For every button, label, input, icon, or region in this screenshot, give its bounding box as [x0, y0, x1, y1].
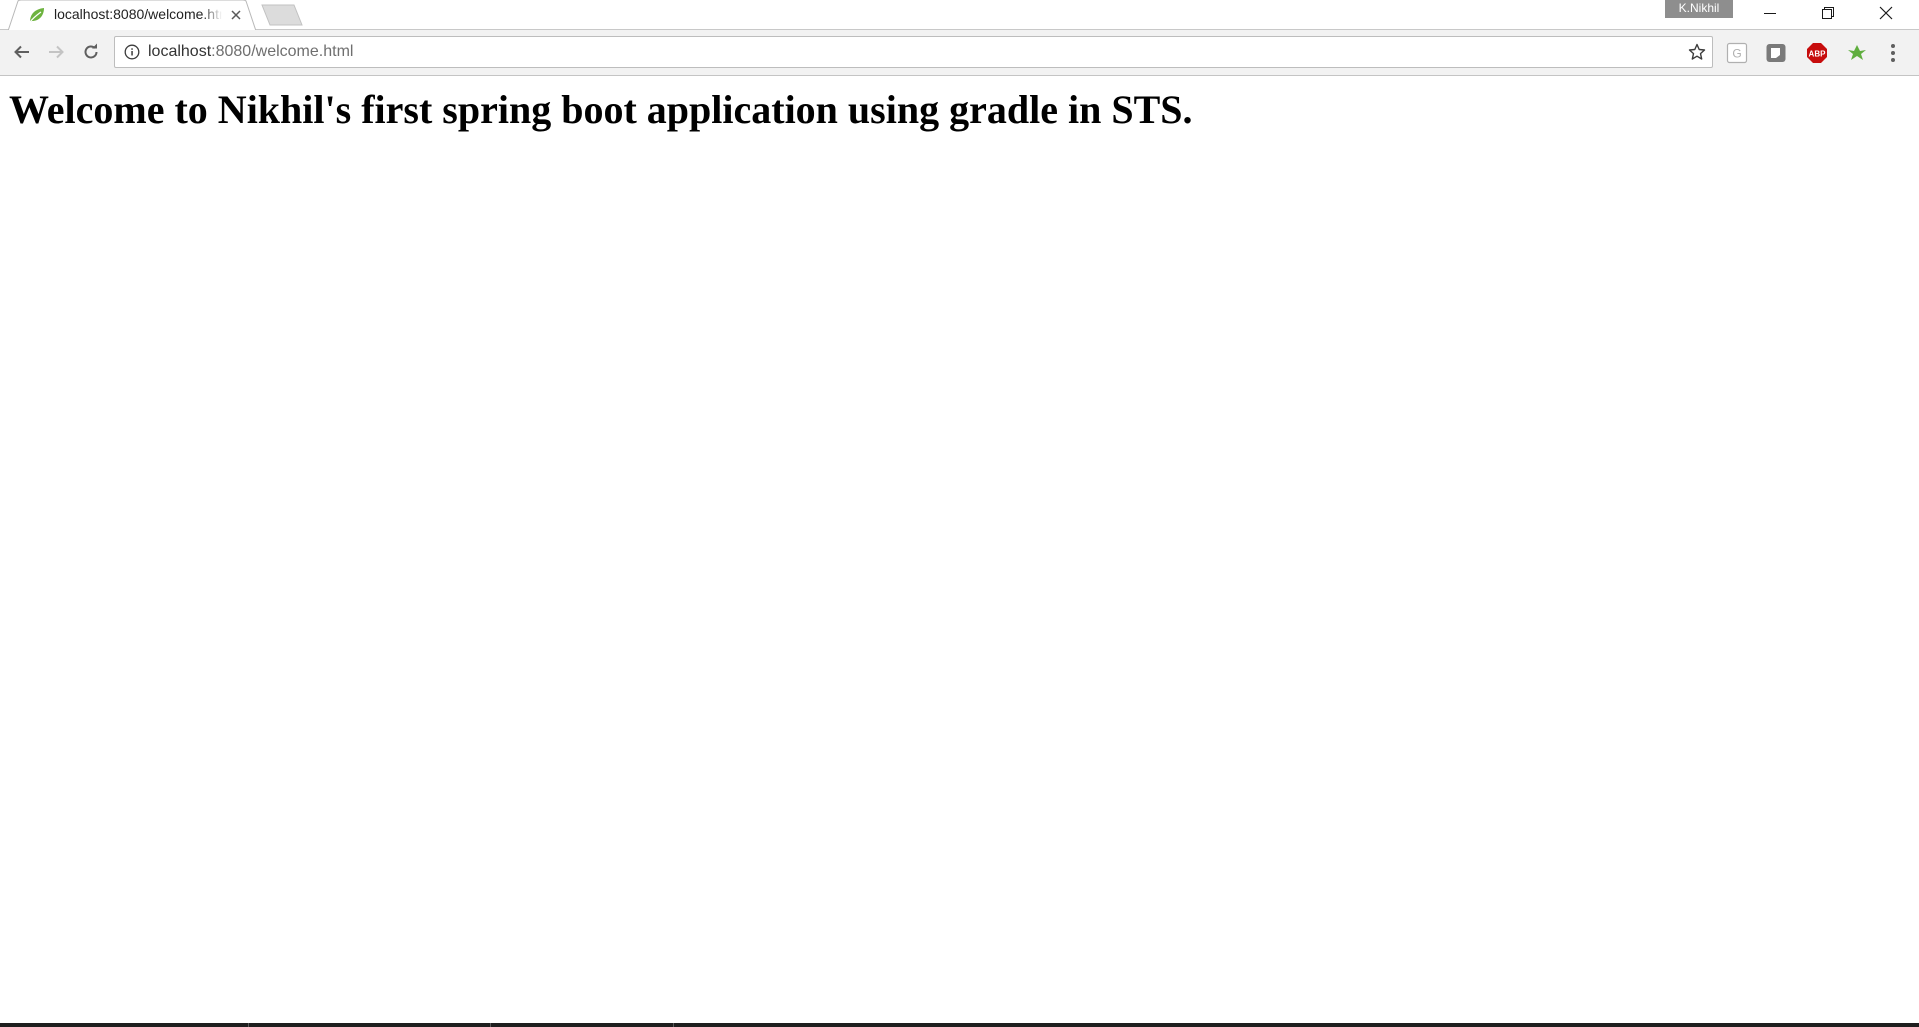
info-icon[interactable] — [124, 44, 140, 60]
svg-text:G: G — [1732, 47, 1741, 61]
url-path: :8080/welcome.html — [211, 43, 354, 60]
adblock-plus-icon[interactable]: ABP — [1806, 42, 1828, 64]
abp-label: ABP — [1809, 50, 1827, 59]
tab-close-icon[interactable] — [228, 7, 244, 23]
note-extension-icon[interactable] — [1765, 42, 1787, 64]
browser-window: localhost:8080/welcome.html K.Nikhil loc… — [0, 0, 1919, 1027]
green-extension-icon[interactable] — [1846, 42, 1868, 64]
close-icon — [1879, 6, 1893, 20]
minimize-button[interactable] — [1741, 0, 1799, 26]
bookmark-star-icon[interactable] — [1688, 43, 1706, 61]
reload-button[interactable] — [78, 39, 104, 65]
profile-badge[interactable]: K.Nikhil — [1665, 0, 1733, 18]
back-button[interactable] — [9, 39, 35, 65]
taskbar-edge — [0, 1023, 1919, 1027]
address-url: localhost:8080/welcome.html — [148, 43, 353, 61]
spring-leaf-icon — [29, 8, 44, 23]
url-host: localhost — [148, 43, 212, 60]
page-viewport: Welcome to Nikhil's first spring boot ap… — [0, 76, 1919, 1023]
arrow-left-icon — [14, 45, 29, 59]
kebab-menu-icon[interactable] — [1885, 41, 1901, 65]
restore-button[interactable] — [1799, 0, 1857, 26]
grammarly-icon[interactable]: G — [1726, 42, 1748, 64]
restore-icon — [1822, 7, 1834, 19]
reload-icon — [84, 43, 98, 59]
close-window-button[interactable] — [1857, 0, 1915, 26]
tab-strip: localhost:8080/welcome.html K.Nikhil — [0, 0, 1919, 31]
tab-active[interactable]: localhost:8080/welcome.html — [8, 0, 256, 31]
arrow-right-icon — [49, 45, 64, 59]
browser-toolbar: localhost:8080/welcome.html G ABP — [0, 30, 1919, 76]
new-tab-button[interactable] — [260, 4, 304, 26]
address-bar[interactable]: localhost:8080/welcome.html — [114, 36, 1713, 68]
minimize-icon — [1764, 13, 1776, 14]
forward-button[interactable] — [43, 39, 69, 65]
page-heading: Welcome to Nikhil's first spring boot ap… — [9, 87, 1193, 132]
tab-title: localhost:8080/welcome.html — [54, 6, 222, 22]
